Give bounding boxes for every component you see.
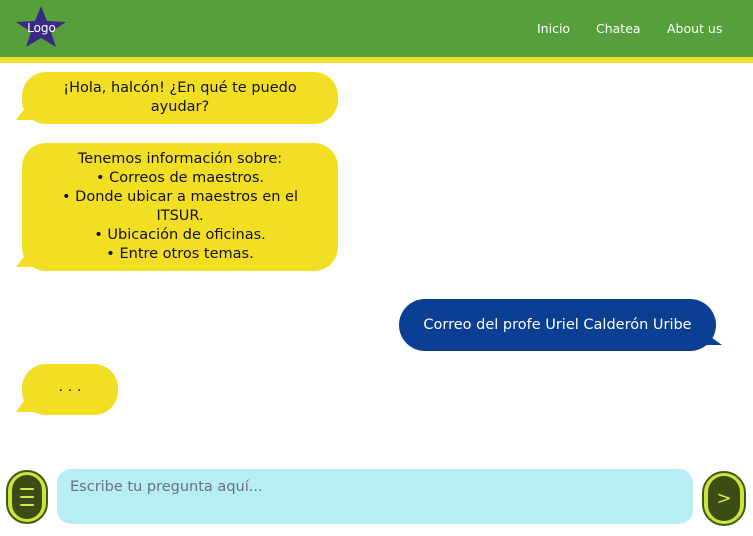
bot-message: ¡Hola, halcón! ¿En qué te puedo ayudar? — [22, 72, 338, 124]
header-accent-line — [0, 57, 753, 63]
list-item: Entre otros temas. — [52, 245, 308, 264]
send-button[interactable]: > — [702, 471, 746, 526]
message-intro: Tenemos información sobre: — [77, 151, 283, 167]
list-item: Ubicación de oficinas. — [52, 226, 308, 245]
question-input[interactable] — [57, 469, 693, 524]
chevron-right-icon: > — [708, 476, 740, 521]
menu-button[interactable] — [6, 470, 48, 524]
user-message: Correo del profe Uriel Calderón Uribe — [399, 299, 716, 351]
logo[interactable]: Logo — [14, 5, 69, 48]
typing-indicator: . . . — [22, 364, 118, 415]
message-text: Correo del profe Uriel Calderón Uribe — [423, 316, 692, 333]
list-item: Donde ubicar a maestros en el ITSUR. — [52, 188, 308, 226]
bot-message: Tenemos información sobre: Correos de ma… — [22, 143, 338, 271]
message-text: ¡Hola, halcón! ¿En qué te puedo ayudar? — [63, 80, 297, 115]
app-header: Logo Inicio Chatea About us — [0, 0, 753, 57]
hamburger-icon — [12, 475, 42, 519]
topic-list: Correos de maestros. Donde ubicar a maes… — [52, 169, 308, 264]
nav-about-us[interactable]: About us — [667, 21, 722, 36]
nav-chatea[interactable]: Chatea — [596, 21, 641, 36]
list-item: Correos de maestros. — [52, 169, 308, 188]
nav-inicio[interactable]: Inicio — [537, 21, 570, 36]
logo-label: Logo — [27, 21, 56, 35]
message-text: . . . — [58, 379, 82, 395]
